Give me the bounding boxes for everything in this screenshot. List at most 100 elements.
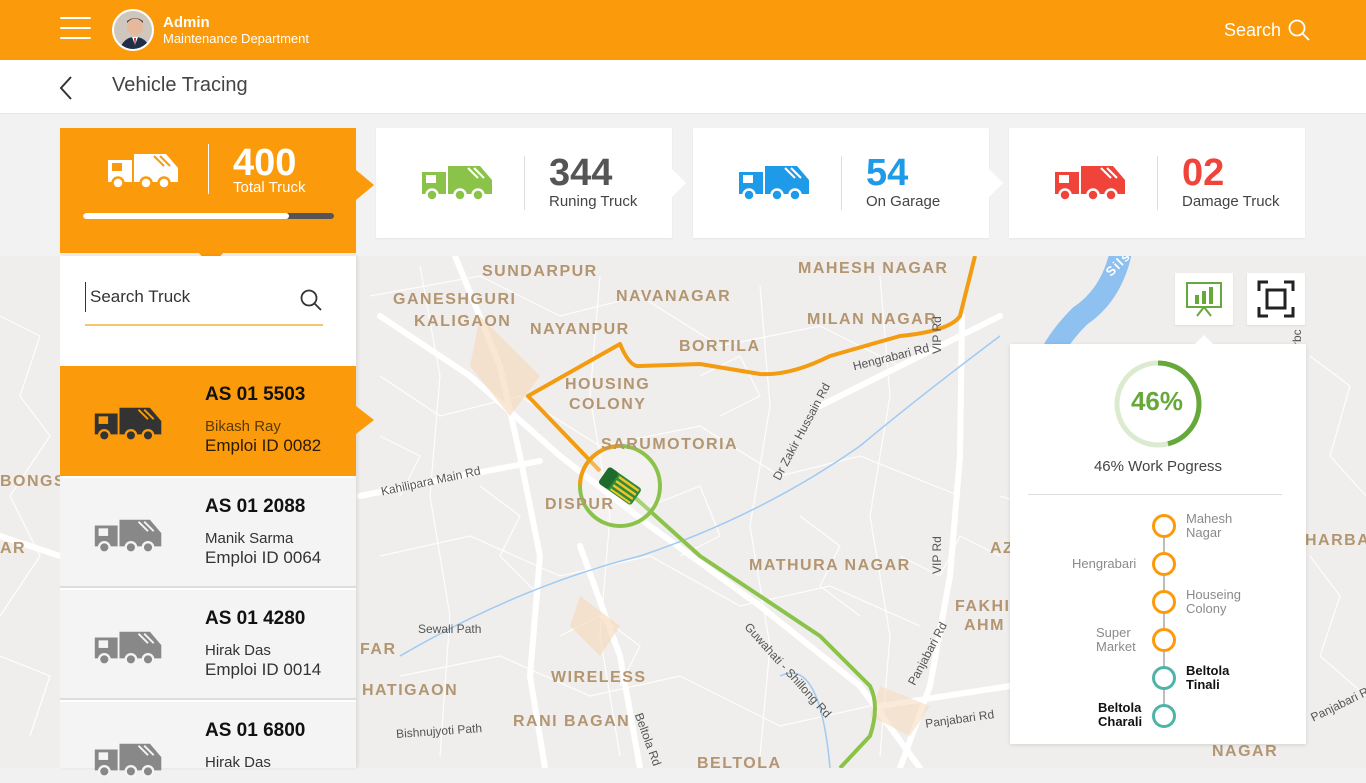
search-icon[interactable] — [299, 288, 323, 312]
truck-location-marker[interactable] — [594, 462, 646, 510]
map-label: HARBAR — [1305, 532, 1366, 549]
truck-list-item[interactable]: AS 01 2088 Manik Sarma Emploi ID 0064 — [60, 478, 356, 588]
card-pointer — [672, 169, 686, 197]
truck-plate: AS 01 2088 — [205, 496, 306, 517]
map-label: SUNDARPUR — [482, 263, 598, 280]
header-search-button[interactable]: Search — [1224, 18, 1311, 42]
stat-card-damage[interactable]: 02 Damage Truck — [1009, 128, 1305, 238]
truck-list-item[interactable]: AS 01 5503 Bikash Ray Emploi ID 0082 — [60, 366, 374, 476]
route-stop-dot[interactable] — [1152, 628, 1176, 652]
user-name: Admin — [163, 14, 210, 31]
route-stop-label: Super Market — [1096, 625, 1136, 655]
stat-card-garage[interactable]: 54 On Garage — [693, 128, 1003, 238]
selected-pointer — [356, 406, 374, 434]
map-label: KALIGAON — [414, 313, 512, 330]
garage-truck-label: On Garage — [866, 193, 941, 210]
stat-card-running[interactable]: 344 Runing Truck — [376, 128, 686, 238]
total-truck-value: 400 — [233, 142, 297, 184]
search-truck-box — [85, 282, 323, 326]
map-label: MILAN NAGAR — [807, 311, 938, 328]
presentation-chart-button[interactable] — [1175, 273, 1233, 325]
map-label: FAKHI — [955, 598, 1011, 615]
divider — [1028, 494, 1282, 495]
card-pointer — [356, 170, 374, 200]
route-stop-dot[interactable] — [1152, 514, 1176, 538]
route-stop-dot[interactable] — [1152, 704, 1176, 728]
map-label: COLONY — [569, 396, 647, 413]
map-label: MATHURA NAGAR — [749, 557, 911, 574]
truck-list-panel: AS 01 5503 Bikash Ray Emploi ID 0082 AS … — [60, 256, 374, 778]
garage-truck-value: 54 — [866, 152, 909, 194]
map-label: NAYANPUR — [530, 321, 630, 338]
truck-icon — [1051, 162, 1131, 207]
divider — [524, 156, 525, 210]
top-bar: Admin Maintenance Department Search — [0, 0, 1366, 60]
truck-employee-id: Emploi ID 0082 — [205, 436, 322, 455]
total-progress-bar — [83, 213, 334, 219]
map-label: RANI BAGAN — [513, 713, 631, 730]
map-label: AHM — [964, 617, 1005, 634]
truck-icon — [735, 162, 815, 207]
map-label: SARUMOTORIA — [601, 436, 739, 453]
search-truck-input[interactable] — [85, 282, 285, 312]
route-stop-label: Houseing Colony — [1186, 587, 1241, 617]
truck-employee-id: Emploi ID 0064 — [205, 548, 322, 567]
page-title: Vehicle Tracing — [112, 74, 248, 96]
map-label: FAR — [360, 641, 397, 658]
truck-icon — [88, 740, 170, 783]
map-label: HATIGAON — [362, 682, 459, 699]
nav-bar: Vehicle Tracing — [0, 60, 1366, 114]
panel-pointer — [1195, 335, 1213, 344]
truck-icon — [88, 516, 170, 559]
map-label: BONGS — [0, 473, 67, 490]
map-label: NAVANAGAR — [616, 288, 732, 305]
truck-icon — [88, 404, 170, 447]
road-label: VIP Rd — [930, 536, 944, 574]
fullscreen-button[interactable] — [1247, 273, 1305, 325]
route-stop-dot[interactable] — [1152, 552, 1176, 576]
route-stop-label: Beltola Tinali — [1186, 663, 1230, 693]
truck-driver: Bikash Ray — [205, 418, 281, 435]
work-progress-panel: 46% 46% Work Pogress Mahesh Nagar Hengrab… — [1010, 335, 1306, 744]
back-button[interactable] — [56, 74, 76, 107]
user-department: Maintenance Department — [163, 31, 309, 46]
route-stop-label: Beltola Charali — [1098, 700, 1143, 730]
route-stop-label: Mahesh Nagar — [1186, 511, 1233, 541]
truck-plate: AS 01 5503 — [205, 384, 306, 405]
road-label: VIP Rd — [930, 316, 944, 354]
damage-truck-label: Damage Truck — [1182, 193, 1280, 210]
map-label: AR — [0, 540, 27, 557]
chevron-left-icon — [59, 76, 72, 100]
truck-plate: AS 01 4280 — [205, 608, 306, 629]
truck-icon — [104, 150, 184, 195]
avatar[interactable] — [112, 9, 154, 51]
stats-row: 400 Total Truck 344 Runing Truck 54 On G… — [0, 114, 1366, 267]
total-truck-label: Total Truck — [233, 179, 306, 196]
truck-driver: Hirak Das — [205, 642, 271, 659]
divider — [208, 144, 209, 194]
stat-card-total[interactable]: 400 Total Truck — [60, 128, 374, 267]
map-label: BELTOLA — [697, 755, 782, 768]
road-label: Sewali Path — [418, 622, 482, 636]
total-progress-fill — [83, 213, 289, 219]
truck-icon — [88, 628, 170, 671]
fullscreen-icon — [1257, 280, 1295, 318]
route-stop-dot[interactable] — [1152, 590, 1176, 614]
hamburger-menu-icon[interactable] — [60, 17, 91, 43]
truck-driver: Hirak Das — [205, 754, 271, 771]
progress-percent: 46% — [1130, 386, 1184, 416]
header-search-label: Search — [1224, 19, 1282, 40]
route-stop-dot[interactable] — [1152, 666, 1176, 690]
truck-driver: Manik Sarma — [205, 530, 294, 547]
map-label: NAGAR — [1212, 743, 1279, 760]
card-pointer — [989, 169, 1003, 197]
route-stop-label: Hengrabari — [1072, 556, 1137, 571]
map-label: BORTILA — [679, 338, 761, 355]
truck-list-item[interactable]: AS 01 4280 Hirak Das Emploi ID 0014 — [60, 590, 356, 700]
divider — [841, 156, 842, 210]
truck-list-item[interactable]: AS 01 6800 Hirak Das — [60, 702, 356, 778]
map-label: MAHESH NAGAR — [798, 260, 949, 277]
truck-plate: AS 01 6800 — [205, 720, 306, 741]
truck-icon — [418, 162, 498, 207]
truck-top-icon — [599, 467, 641, 505]
